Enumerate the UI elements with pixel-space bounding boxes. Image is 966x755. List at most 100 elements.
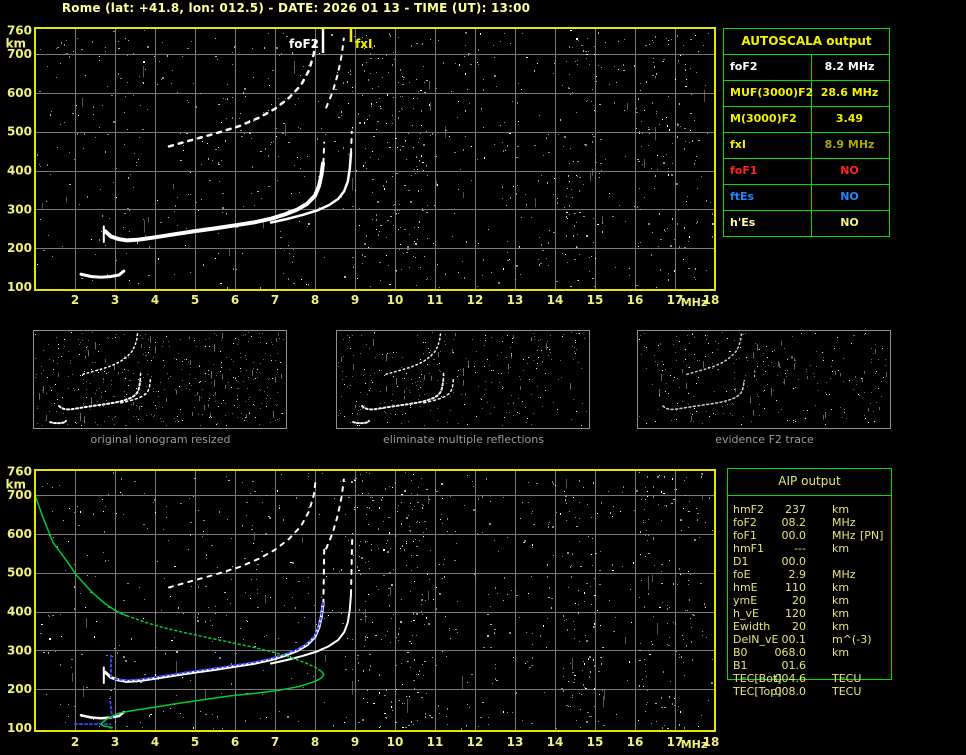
autoscala-output-table: AUTOSCALA output foF2 8.2 MHz MUF(3000)F… (723, 28, 890, 237)
autoscala-table-row: fxI 8.9 MHz (724, 132, 889, 159)
x-axis-unit: MHz (681, 738, 708, 751)
trace-O-trace (103, 603, 325, 683)
parameter-value: 237 (785, 503, 806, 516)
parameter-value: 00.0 (781, 529, 807, 542)
parameter-flag: [PN] (860, 529, 884, 542)
x-tick-label: 4 (151, 735, 159, 749)
trace-X-asymptote (350, 130, 353, 154)
parameter-value: 20 (792, 620, 806, 633)
x-tick-label: 6 (231, 293, 239, 307)
parameter-value: 004.6 (774, 672, 807, 685)
thumbnail-0 (33, 330, 287, 429)
parameter-name: hmE (733, 581, 758, 594)
trace-series (36, 477, 354, 729)
parameter-name: fxI (730, 138, 746, 151)
thumbnail-caption-eliminate: eliminate multiple reflections (383, 433, 544, 446)
parameter-unit: km (832, 542, 850, 555)
x-tick-label: 3 (111, 735, 119, 749)
x-tick-label: 10 (387, 735, 404, 749)
y-tick-label: 400 (7, 164, 32, 178)
aip-table-row: foE 2.9 MHz (728, 568, 898, 581)
top-ionogram: foF2 fxI760km7006005004003002001002 3 4 5 6 7 8… (6, 24, 720, 309)
y-tick-label: 760 (7, 24, 32, 38)
x-tick-label: 3 (111, 293, 119, 307)
parameter-value: --- (794, 542, 806, 555)
x-tick-label: 6 (231, 735, 239, 749)
parameter-unit: MHz (832, 529, 856, 542)
trace-E-trace (79, 269, 126, 279)
x-tick-label: 12 (467, 293, 484, 307)
plot-border (34, 27, 716, 291)
plot-grid (35, 470, 715, 731)
marker-label-foF2: foF2 (289, 37, 319, 51)
parameter-unit: km (832, 594, 850, 607)
x-tick-label: 15 (587, 293, 604, 307)
y-axis-labels: 760km700600500400300200100 (6, 24, 32, 294)
parameter-unit: km (832, 620, 850, 633)
parameter-name: foF2 (733, 516, 757, 529)
parameter-value: NO (840, 190, 859, 203)
x-tick-label: 2 (71, 293, 79, 307)
parameter-unit: km (832, 607, 850, 620)
aip-header-divider (728, 495, 891, 496)
aip-output-table: AIP output hmF2 237 km foF2 08.2 MHz foF… (727, 468, 892, 698)
trace-scaled-valley (109, 700, 114, 719)
y-tick-label: 300 (7, 643, 32, 657)
x-tick-label: 16 (627, 293, 644, 307)
autoscala-table-row: M(3000)F2 3.49 (724, 106, 889, 133)
x-tick-label: 8 (311, 293, 319, 307)
thumbnail-border (33, 330, 287, 429)
x-tick-label: 14 (547, 735, 564, 749)
parameter-name: ftEs (730, 190, 755, 203)
y-tick-label: 700 (7, 47, 32, 61)
y-tick-label: 100 (7, 721, 32, 735)
aip-table-row: foF1 00.0 MHz [PN] (728, 529, 898, 542)
autoscala-table-row: h'Es NO (724, 210, 889, 236)
y-tick-label: 600 (7, 527, 32, 541)
parameter-value: 01.6 (781, 659, 807, 672)
parameter-value: 00.0 (781, 555, 807, 568)
aip-table-row: foF2 08.2 MHz (728, 516, 898, 529)
x-tick-label: 7 (271, 293, 279, 307)
y-tick-label: 760 (7, 465, 32, 479)
marker-label-fxI: fxI (355, 37, 372, 51)
trace-O-asymptote (322, 548, 326, 605)
x-tick-label: 10 (387, 293, 404, 307)
thumbnail-border (336, 330, 590, 429)
parameter-name: foE (733, 568, 751, 581)
parameter-unit: MHz (832, 516, 856, 529)
plot-grid (35, 28, 715, 290)
aip-table-row: D1 00.0 (728, 555, 898, 568)
y-tick-label: 700 (7, 488, 32, 502)
parameter-value: 8.2 MHz (824, 60, 875, 73)
parameter-name: MUF(3000)F2 (730, 86, 814, 99)
y-tick-label: 300 (7, 202, 32, 216)
x-tick-label: 15 (587, 735, 604, 749)
trace-O-asymptote (322, 141, 326, 164)
parameter-value: 00.1 (781, 633, 807, 646)
aip-table-row: h_vE 120 km (728, 607, 898, 620)
thumbnail-caption-original: original ionogram resized (90, 433, 231, 446)
plot-border (34, 469, 716, 732)
x-tick-label: 11 (427, 293, 444, 307)
aip-table-row: hmE 110 km (728, 581, 898, 594)
parameter-name: foF1 (730, 164, 758, 177)
parameter-name: foF2 (730, 60, 758, 73)
thumbnail-2 (637, 330, 891, 429)
trace-X-trace (270, 593, 352, 665)
trace-X-asymptote (350, 536, 354, 595)
y-tick-label: 200 (7, 682, 32, 696)
x-tick-label: 8 (311, 735, 319, 749)
aip-table-row: TEC[Bot] 004.6 TECU (728, 672, 898, 685)
parameter-value: NO (840, 164, 859, 177)
y-tick-label: 100 (7, 280, 32, 294)
y-tick-label: 400 (7, 605, 32, 619)
parameter-unit: m^(-3) (832, 633, 872, 646)
parameter-value: 28.6 MHz (820, 86, 879, 99)
x-tick-label: 5 (191, 735, 199, 749)
autoscala-window: Rome (lat: +41.8, lon: 012.5) - DATE: 20… (0, 0, 966, 755)
bottom-ionogram-with-profile: 760km7006005004003002001002 3 4 5 6 7 8 9 10 11 12… (6, 465, 720, 751)
aip-table-row: Ewidth 20 km (728, 620, 898, 633)
trace-series (79, 36, 353, 279)
noise-speckle (37, 30, 714, 289)
